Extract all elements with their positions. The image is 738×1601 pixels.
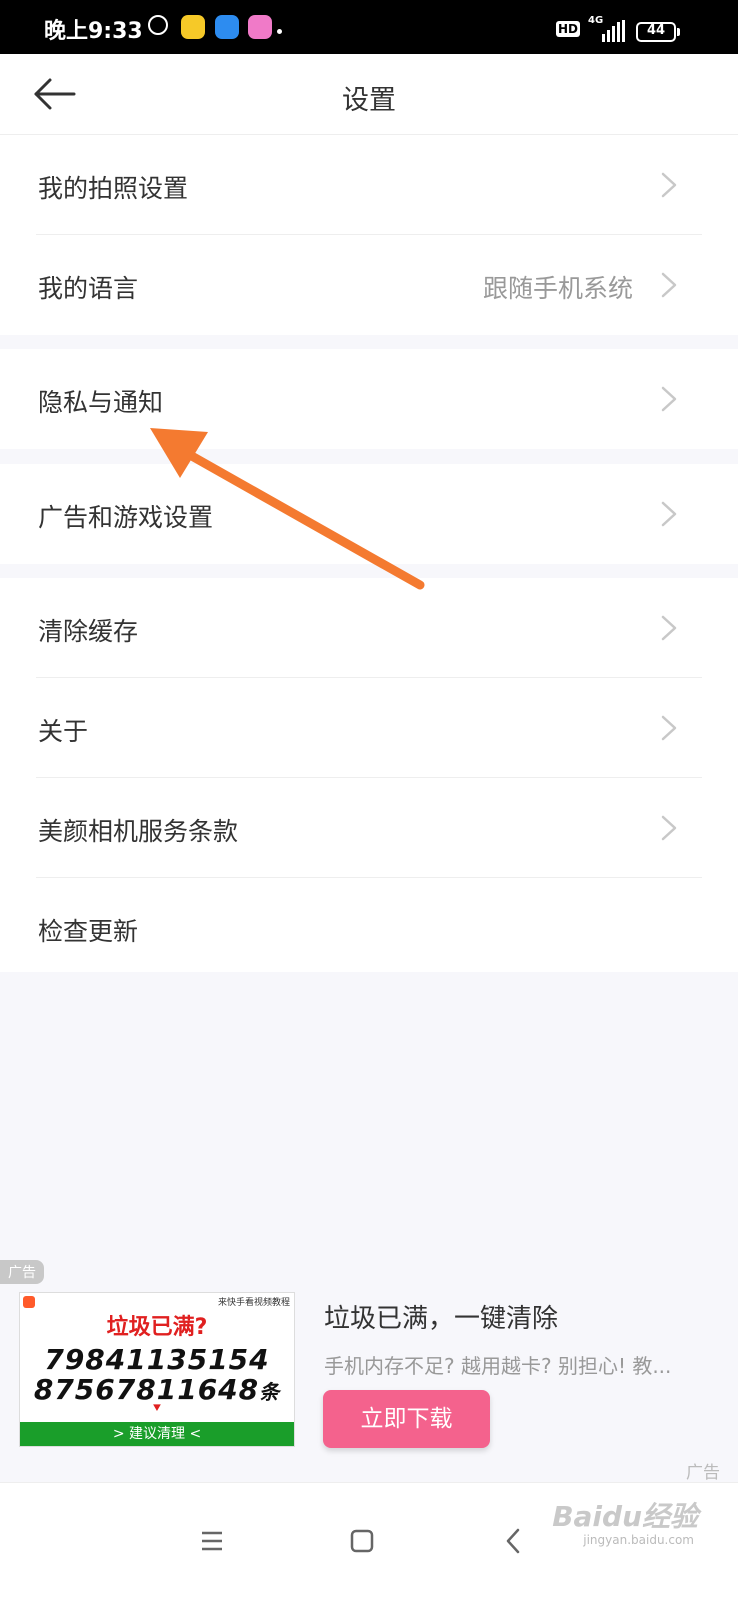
chevron-right-icon	[661, 272, 677, 298]
setting-label: 清除缓存	[38, 617, 139, 646]
notification-dot-icon	[277, 29, 282, 34]
setting-label: 美颜相机服务条款	[38, 817, 239, 846]
menu-icon[interactable]	[192, 1521, 232, 1561]
alarm-icon	[148, 15, 168, 35]
settings-group-4: 清除缓存 关于 美颜相机服务条款 检查更新	[0, 578, 738, 972]
setting-row-language[interactable]: 我的语言 跟随手机系统	[0, 235, 738, 335]
chevron-right-icon	[661, 615, 677, 641]
ad-title: 垃圾已满，一键清除	[324, 1304, 559, 1334]
setting-label: 我的拍照设置	[38, 174, 189, 203]
settings-group-3: 广告和游戏设置	[0, 464, 738, 564]
setting-row-privacy[interactable]: 隐私与通知	[0, 349, 738, 449]
ad-image-number-1: 79841135154	[44, 1343, 270, 1376]
system-nav-bar: Baidu经验 jingyan.baidu.com	[0, 1482, 738, 1601]
watermark-url: jingyan.baidu.com	[583, 1533, 694, 1547]
back-icon[interactable]	[494, 1521, 534, 1561]
setting-label: 检查更新	[38, 917, 139, 946]
setting-row-ads-games[interactable]: 广告和游戏设置	[0, 464, 738, 564]
chevron-right-icon	[661, 501, 677, 527]
chevron-right-icon	[661, 172, 677, 198]
home-icon[interactable]	[342, 1521, 382, 1561]
setting-label: 隐私与通知	[38, 388, 164, 417]
ad-badge: 广告	[0, 1260, 44, 1284]
signal-icon	[602, 20, 625, 42]
setting-row-camera[interactable]: 我的拍照设置	[0, 135, 738, 235]
ad-corner-label: 广告	[686, 1463, 720, 1483]
status-time: 晚上9:33	[44, 19, 143, 44]
battery-icon: 44	[636, 22, 676, 42]
settings-group-2: 隐私与通知	[0, 349, 738, 449]
ad-image-cta: > 建议清理 <	[20, 1422, 294, 1446]
pink-app-icon	[248, 15, 272, 39]
ad-image-headline: 垃圾已满?	[106, 1315, 208, 1340]
setting-row-about[interactable]: 关于	[0, 678, 738, 778]
setting-label: 关于	[38, 717, 89, 746]
ad-description: 手机内存不足? 越用越卡? 别担心! 教...	[324, 1354, 672, 1378]
setting-row-check-update[interactable]: 检查更新	[0, 878, 738, 972]
download-button[interactable]: 立即下载	[323, 1390, 490, 1448]
kuaishou-logo-icon	[23, 1296, 35, 1308]
settings-group-1: 我的拍照设置 我的语言 跟随手机系统	[0, 135, 738, 335]
double-chevron-down-icon: ⯆	[151, 1401, 163, 1417]
setting-row-clear-cache[interactable]: 清除缓存	[0, 578, 738, 678]
green-app-icon	[181, 15, 205, 39]
chevron-right-icon	[661, 386, 677, 412]
battery-label: 44	[646, 23, 666, 38]
watermark: Baidu经验	[552, 1500, 698, 1533]
battery-tip	[677, 28, 680, 36]
ad-image[interactable]: 来快手看视频教程 垃圾已满? 79841135154 87567811648条 …	[19, 1292, 295, 1447]
status-bar: 晚上9:33 HD 4G 44	[0, 0, 738, 54]
cloud-app-icon	[215, 15, 239, 39]
setting-label: 我的语言	[38, 274, 139, 303]
ad-banner[interactable]: 广告 来快手看视频教程 垃圾已满? 79841135154 8756781164…	[0, 1260, 738, 1483]
hd-badge: HD	[556, 21, 581, 37]
setting-row-terms[interactable]: 美颜相机服务条款	[0, 778, 738, 878]
setting-label: 广告和游戏设置	[38, 503, 214, 532]
ad-image-top-text: 来快手看视频教程	[217, 1298, 290, 1308]
header: 设置	[0, 54, 738, 135]
chevron-right-icon	[661, 815, 677, 841]
chevron-right-icon	[661, 715, 677, 741]
page-title: 设置	[342, 85, 396, 116]
setting-value: 跟随手机系统	[482, 274, 633, 303]
